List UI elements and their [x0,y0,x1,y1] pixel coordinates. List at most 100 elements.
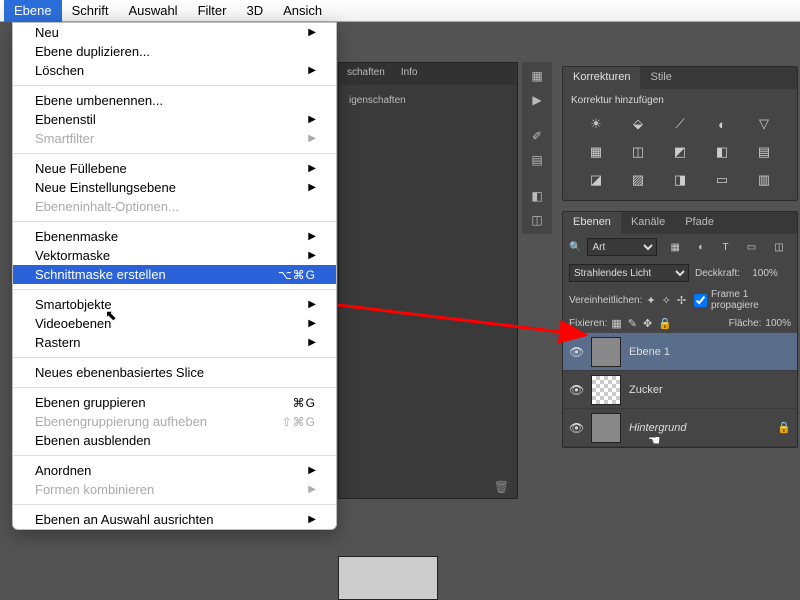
tab-eigenschaften[interactable]: schaften [339,63,393,85]
menu-ebene[interactable]: Ebene [4,0,62,22]
fill-value[interactable]: 100% [765,318,791,329]
menu-item-smartobjekte[interactable]: Smartobjekte▶ [13,295,336,314]
brightness-icon[interactable]: ☀ [585,116,607,132]
tool-preset-icon[interactable]: ◧ [524,186,550,206]
lock-paint-icon[interactable]: ✎ [628,317,637,330]
gradient-map-icon[interactable]: ▭ [711,172,733,188]
ebene-dropdown: Neu▶Ebene duplizieren...Löschen▶ Ebene um… [12,22,337,530]
photo-filter-icon[interactable]: ◩ [669,144,691,160]
swatches-icon[interactable]: ▤ [524,150,550,170]
unify-label: Vereinheitlichen: [569,295,642,306]
styles-icon[interactable]: ◫ [524,210,550,230]
invert-icon[interactable]: ◪ [585,172,607,188]
menu-item-ebenenstil[interactable]: Ebenenstil▶ [13,110,336,129]
lookup-icon[interactable]: ▤ [753,144,775,160]
layers-panel: Ebenen Kanäle Pfade 🔍 Art ▦ ◐ T ▭ ◫ Stra… [562,211,798,448]
filter-type-icon[interactable]: T [722,242,728,253]
curves-icon[interactable]: ⟋ [669,116,691,132]
submenu-arrow-icon: ▶ [308,318,316,329]
filter-pixel-icon[interactable]: ▦ [671,242,680,253]
menu-schrift[interactable]: Schrift [62,0,119,22]
unify-style-icon[interactable]: ✢ [677,294,686,307]
tab-info[interactable]: Info [393,63,426,85]
tab-pfade[interactable]: Pfade [675,212,724,234]
filter-adjust-icon[interactable]: ◐ [698,242,704,253]
menubar: Ebene Schrift Auswahl Filter 3D Ansich [0,0,800,22]
blend-mode-select[interactable]: Strahlendes Licht [569,264,689,282]
trash-icon[interactable]: 🗑 [494,480,509,494]
channel-mixer-icon[interactable]: ◧ [711,144,733,160]
layer-thumbnail[interactable] [591,413,621,443]
menu-item-neue-einstellungsebene[interactable]: Neue Einstellungsebene▶ [13,178,336,197]
lock-trans-icon[interactable]: ▦ [611,317,621,330]
propagate-checkbox[interactable] [694,294,707,307]
menu-ansicht[interactable]: Ansich [273,0,332,22]
levels-icon[interactable]: ⬙ [627,116,649,132]
submenu-arrow-icon: ▶ [308,514,316,525]
menu-item-neu[interactable]: Neu▶ [13,23,336,42]
menu-item-ebenen-an-auswahl-ausrichten[interactable]: Ebenen an Auswahl ausrichten▶ [13,510,336,529]
submenu-arrow-icon: ▶ [308,337,316,348]
menu-item-ebenen-gruppieren[interactable]: Ebenen gruppieren⌘G [13,393,336,412]
menu-item-neues-ebenenbasiertes-slice[interactable]: Neues ebenenbasiertes Slice [13,363,336,382]
menu-auswahl[interactable]: Auswahl [118,0,187,22]
corrections-panel: Korrekturen Stile Korrektur hinzufügen ☀… [562,66,798,201]
filter-kind-select[interactable]: Art [587,238,657,256]
layer-thumbnail[interactable] [591,375,621,405]
menu-filter[interactable]: Filter [188,0,237,22]
vibrance-icon[interactable]: ▽ [753,116,775,132]
tab-ebenen[interactable]: Ebenen [563,212,621,234]
visibility-icon[interactable]: 👁 [569,383,583,397]
menu-item-anordnen[interactable]: Anordnen▶ [13,461,336,480]
corrections-title: Korrektur hinzufügen [571,95,789,106]
layer-name: Hintergrund [629,422,769,434]
exposure-icon[interactable]: ◐ [711,116,733,132]
tab-stile[interactable]: Stile [640,67,681,89]
selective-color-icon[interactable]: ▥ [753,172,775,188]
menu-item-l-schen[interactable]: Löschen▶ [13,61,336,80]
submenu-arrow-icon: ▶ [308,27,316,38]
menu-item-ebene-duplizieren-[interactable]: Ebene duplizieren... [13,42,336,61]
brush-icon[interactable]: ✐ [524,126,550,146]
menu-item-neue-f-llebene[interactable]: Neue Füllebene▶ [13,159,336,178]
menu-3d[interactable]: 3D [236,0,273,22]
threshold-icon[interactable]: ◨ [669,172,691,188]
layer-list: 👁Ebene 1👁Zucker👁Hintergrund🔒 [563,333,797,447]
filter-shape-icon[interactable]: ▭ [747,242,756,253]
submenu-arrow-icon: ▶ [308,133,316,144]
menu-item-ebeneninhalt-optionen-: Ebeneninhalt-Optionen... [13,197,336,216]
submenu-arrow-icon: ▶ [308,299,316,310]
opacity-value[interactable]: 100% [746,268,784,279]
menu-item-smartfilter: Smartfilter▶ [13,129,336,148]
bw-icon[interactable]: ◫ [627,144,649,160]
canvas-preview [338,556,438,600]
menu-item-rastern[interactable]: Rastern▶ [13,333,336,352]
visibility-icon[interactable]: 👁 [569,421,583,435]
actions-icon[interactable]: ▶ [524,90,550,110]
layer-ebene-1[interactable]: 👁 Ebene 1 [563,333,797,371]
layer-name: Zucker [629,384,791,396]
unify-pos-icon[interactable]: ✦ [646,294,655,307]
lock-pos-icon[interactable]: ✥ [643,317,652,330]
layer-hintergrund[interactable]: 👁Hintergrund🔒 [563,409,797,447]
tab-korrekturen[interactable]: Korrekturen [563,67,640,89]
visibility-icon[interactable]: 👁 [569,345,583,359]
lock-label: Fixieren: [569,318,607,329]
lock-all-icon[interactable]: 🔒 [658,317,672,330]
tab-kanaele[interactable]: Kanäle [621,212,675,234]
menu-item-ebene-umbenennen-[interactable]: Ebene umbenennen... [13,91,336,110]
history-icon[interactable]: ▦ [524,66,550,86]
unify-vis-icon[interactable]: ✧ [662,294,671,307]
posterize-icon[interactable]: ▨ [627,172,649,188]
menu-item-vektormaske[interactable]: Vektormaske▶ [13,246,336,265]
filter-smart-icon[interactable]: ◫ [774,242,783,253]
hue-icon[interactable]: ▦ [585,144,607,160]
menu-item-videoebenen[interactable]: Videoebenen▶ [13,314,336,333]
layer-zucker[interactable]: 👁 Zucker [563,371,797,409]
fill-label: Fläche: [729,318,762,329]
layer-thumbnail[interactable] [591,337,621,367]
menu-item-ebenen-ausblenden[interactable]: Ebenen ausblenden [13,431,336,450]
layer-name: Ebene 1 [629,346,791,358]
menu-item-schnittmaske-erstellen[interactable]: Schnittmaske erstellen⌥⌘G [13,265,336,284]
menu-item-ebenenmaske[interactable]: Ebenenmaske▶ [13,227,336,246]
